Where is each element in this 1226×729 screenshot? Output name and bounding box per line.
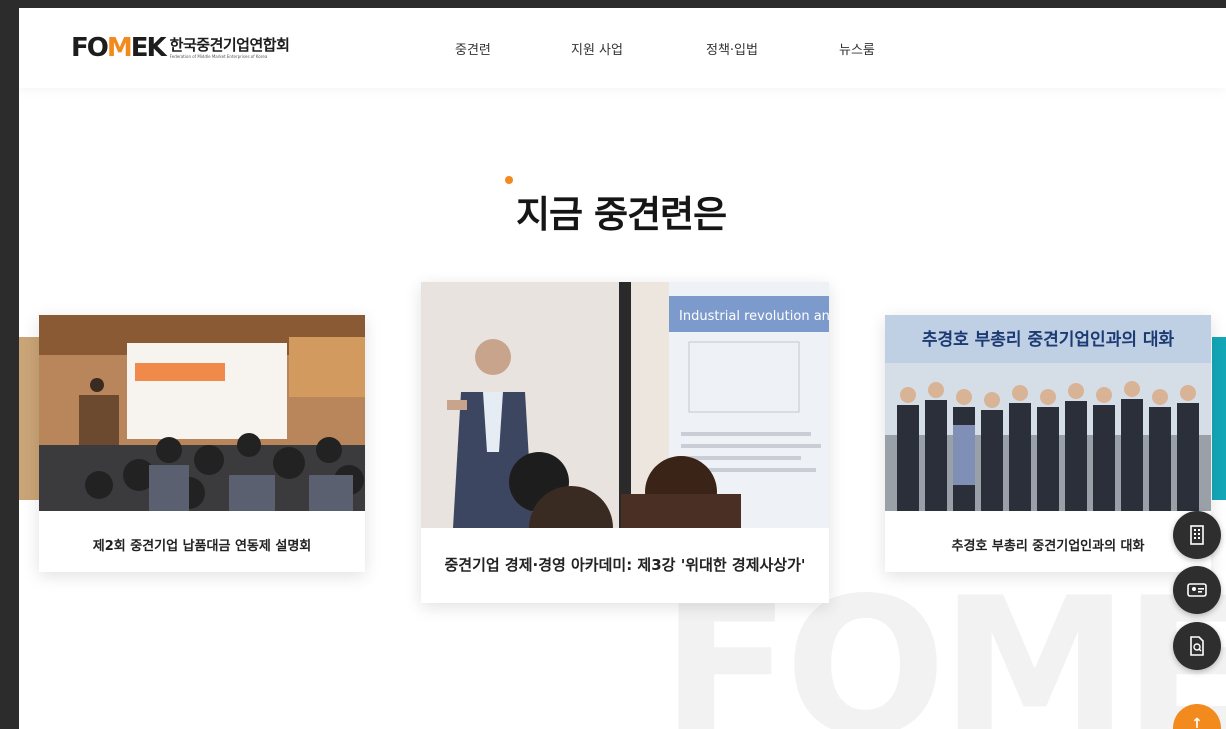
- group-photo: 추경호 부총리 중견기업인과의 대화: [885, 315, 1211, 511]
- seminar-hall-photo: [39, 315, 365, 511]
- news-card-3[interactable]: 추경호 부총리 중견기업인과의 대화 추경호 부총리 중견기업인과의 대화: [885, 315, 1211, 572]
- card-caption: 추경호 부총리 중견기업인과의 대화: [951, 539, 1145, 554]
- logo-name: 한국중견기업연합회: [169, 35, 290, 54]
- svg-text:추경호 부총리 중견기업인과의 대화: 추경호 부총리 중견기업인과의 대화: [922, 330, 1175, 350]
- news-card-1[interactable]: 제2회 중견기업 납품대금 연동제 설명회: [39, 315, 365, 572]
- quick-menu-document[interactable]: [1173, 622, 1221, 670]
- news-card-2[interactable]: Industrial revolution and C 중견기업 경제·경영 아…: [421, 282, 829, 603]
- nav-item-policy[interactable]: 정책·입법: [706, 39, 758, 58]
- carousel-peek-left[interactable]: [19, 337, 39, 500]
- document-search-icon: [1190, 636, 1204, 656]
- site-header: FOMEK 한국중견기업연합회 Federation of Middle Mar…: [19, 8, 1226, 88]
- nav-item-fomek[interactable]: 중견련: [455, 39, 491, 58]
- title-accent-dot: [505, 176, 513, 184]
- section-title: 지금 중견련은: [516, 193, 727, 236]
- building-icon: [1190, 525, 1204, 545]
- site-logo[interactable]: FOMEK 한국중견기업연합회 Federation of Middle Mar…: [71, 33, 290, 63]
- nav-item-newsroom[interactable]: 뉴스룸: [839, 39, 875, 58]
- page-viewport: FOMEK 한국중견기업연합회 Federation of Middle Mar…: [19, 8, 1226, 729]
- carousel-peek-right[interactable]: [1212, 337, 1226, 500]
- quick-menu-building[interactable]: [1173, 511, 1221, 559]
- logo-subtitle: Federation of Middle Market Enterprises …: [169, 53, 268, 59]
- logo-mark: FOMEK: [71, 33, 167, 63]
- quick-menu-idcard[interactable]: [1173, 566, 1221, 614]
- lecture-speaker-photo: Industrial revolution and C: [421, 282, 829, 528]
- card-caption: 중견기업 경제·경영 아카데미: 제3강 '위대한 경제사상가': [444, 556, 806, 574]
- card-caption: 제2회 중견기업 납품대금 연동제 설명회: [92, 539, 312, 554]
- nav-item-support[interactable]: 지원 사업: [571, 39, 623, 58]
- svg-text:Industrial revolution and C: Industrial revolution and C: [679, 309, 829, 324]
- watermark-logo: FOMEK: [661, 557, 1226, 729]
- id-card-icon: [1187, 583, 1207, 597]
